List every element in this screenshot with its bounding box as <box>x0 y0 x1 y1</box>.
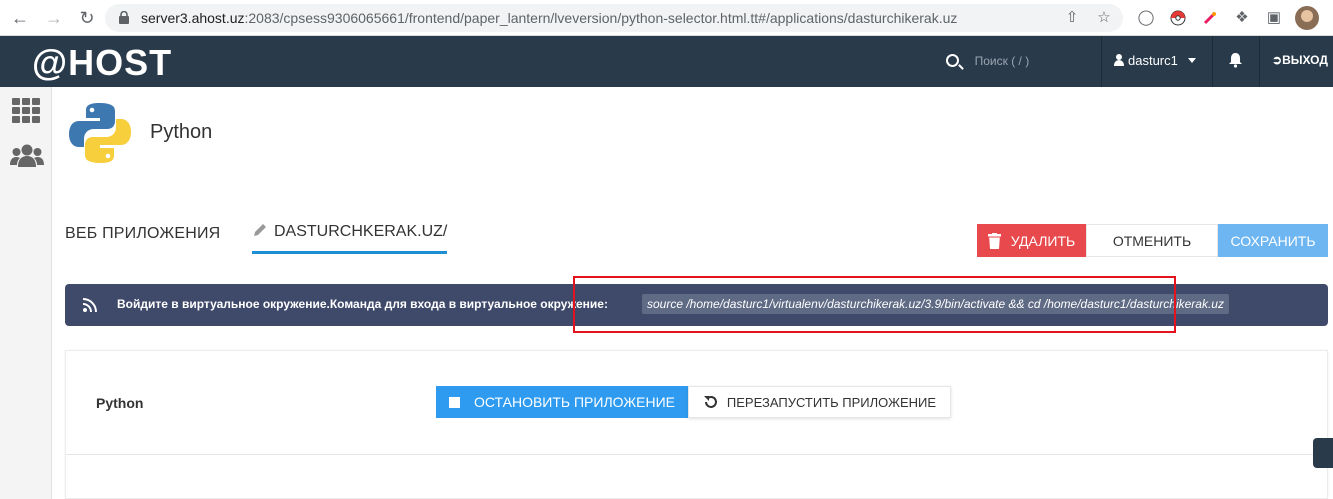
users-icon[interactable] <box>10 143 44 169</box>
stop-icon <box>449 396 460 408</box>
delete-button[interactable]: УДАЛИТЬ <box>977 224 1086 257</box>
tab-web-apps[interactable]: ВЕБ ПРИЛОЖЕНИЯ <box>65 225 220 243</box>
username: dasturc1 <box>1128 53 1178 68</box>
url-text: server3.ahost.uz:2083/cpsess9306065661/f… <box>141 10 958 26</box>
restart-icon <box>703 396 717 408</box>
divider <box>1259 36 1260 87</box>
site-logo[interactable]: @HOST <box>32 42 172 84</box>
app-card: Python ОСТАНОВИТЬ ПРИЛОЖЕНИЕ ПЕРЕЗАПУСТИ… <box>65 350 1328 499</box>
divider <box>1212 36 1213 87</box>
grid-apps-icon[interactable] <box>12 98 42 124</box>
side-panel-icon[interactable]: ▣ <box>1264 8 1284 28</box>
chart-widget-icon[interactable] <box>1313 438 1333 468</box>
forward-icon[interactable]: → <box>44 8 64 28</box>
search-placeholder: Поиск ( / ) <box>974 54 1030 68</box>
stop-app-button[interactable]: ОСТАНОВИТЬ ПРИЛОЖЕНИЕ <box>436 386 688 418</box>
browser-toolbar: ← → ↻ server3.ahost.uz:2083/cpsess930606… <box>0 0 1333 36</box>
search-field[interactable]: Поиск ( / ) <box>946 53 1029 68</box>
back-icon[interactable]: ← <box>10 8 30 28</box>
tab-current-app-label: DASTURCHKERAK.UZ/ <box>274 223 448 240</box>
pokeball-extension-icon[interactable] <box>1168 8 1188 28</box>
extensions-puzzle-icon[interactable]: ❖ <box>1232 8 1252 28</box>
bell-icon[interactable] <box>1228 52 1243 72</box>
save-button[interactable]: СОХРАНИТЬ <box>1218 224 1328 257</box>
rss-icon <box>83 298 97 312</box>
banner-message: Войдите в виртуальное окружение.Команда … <box>117 297 608 311</box>
cancel-button[interactable]: ОТМЕНИТЬ <box>1086 224 1218 257</box>
card-divider <box>66 454 1327 455</box>
profile-avatar[interactable] <box>1295 6 1319 30</box>
pencil-icon <box>254 224 266 236</box>
python-logo-icon <box>69 103 131 163</box>
cpanel-header: @HOST Поиск ( / ) dasturc1 ➲ВЫХОД <box>0 36 1333 87</box>
color-picker-extension-icon[interactable] <box>1200 8 1220 28</box>
highlight-annotation <box>573 276 1176 333</box>
logout-button[interactable]: ➲ВЫХОД <box>1272 53 1328 67</box>
page-title: Python <box>150 121 213 143</box>
bookmark-star-icon[interactable]: ☆ <box>1095 9 1113 27</box>
tab-current-app[interactable]: DASTURCHKERAK.UZ/ <box>252 222 448 254</box>
globe-icon[interactable]: ◯ <box>1136 8 1156 28</box>
user-menu[interactable]: dasturc1 <box>1114 53 1196 68</box>
logout-icon: ➲ <box>1272 53 1283 67</box>
divider <box>1101 36 1102 87</box>
restart-app-button[interactable]: ПЕРЕЗАПУСТИТЬ ПРИЛОЖЕНИЕ <box>688 386 951 418</box>
chevron-down-icon <box>1187 58 1196 63</box>
user-icon <box>1114 54 1124 66</box>
reload-icon[interactable]: ↻ <box>77 8 97 28</box>
share-icon[interactable]: ⇧ <box>1063 9 1081 27</box>
lock-icon <box>119 11 129 24</box>
left-sidebar <box>0 87 52 499</box>
search-icon <box>946 54 959 67</box>
trash-icon <box>987 232 1001 249</box>
app-card-label: Python <box>96 395 144 411</box>
address-bar[interactable]: server3.ahost.uz:2083/cpsess9306065661/f… <box>105 4 1123 32</box>
